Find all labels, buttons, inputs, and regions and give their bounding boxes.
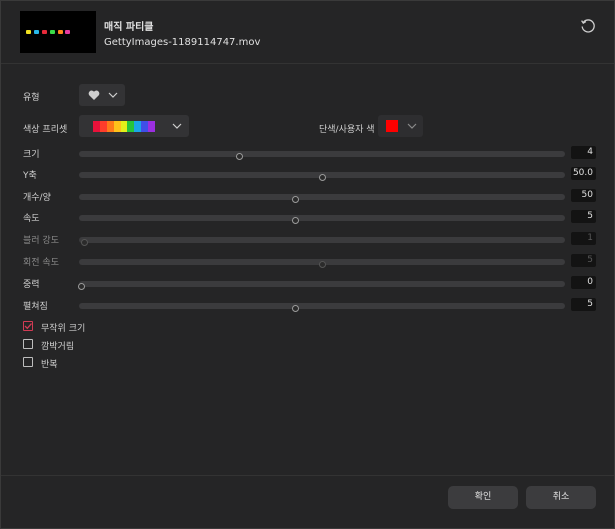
chevron-down-icon — [407, 123, 417, 129]
preset-color-stripe — [120, 121, 128, 132]
type-dropdown[interactable] — [79, 84, 125, 106]
slider-row: 개수/양 50 — [1, 189, 614, 205]
cancel-button[interactable]: 취소 — [526, 486, 596, 509]
slider-value-field[interactable]: 50.0 — [571, 167, 596, 180]
slider-label: 크기 — [23, 150, 40, 160]
preset-color-stripe — [148, 121, 156, 132]
preset-color-stripe — [93, 121, 100, 132]
slider-row: 블러 강도 1 — [1, 232, 614, 248]
slider-handle[interactable] — [292, 305, 300, 312]
slider-handle[interactable] — [292, 217, 300, 224]
slider-label: 회전 속도 — [23, 258, 59, 268]
slider-label: 속도 — [23, 214, 40, 224]
thumbnail-particle — [42, 30, 47, 34]
slider-row: 크기 4 — [1, 146, 614, 162]
thumbnail-particle — [34, 30, 39, 34]
check-icon — [24, 323, 32, 330]
chevron-down-icon — [172, 123, 182, 129]
slider-label: 펼쳐짐 — [23, 302, 48, 312]
slider-label: 블러 강도 — [23, 236, 59, 246]
option-checkbox[interactable] — [23, 339, 33, 349]
slider-track[interactable] — [79, 194, 565, 203]
mono-color-label: 단색/사용자 색 — [319, 125, 375, 135]
thumbnail-particle — [65, 30, 70, 34]
color-preset-label: 색상 프리셋 — [23, 125, 68, 135]
thumbnail-particle — [50, 30, 55, 34]
preset-color-stripe — [99, 121, 107, 132]
dialog-title: 매직 파티클 — [104, 22, 154, 33]
clip-thumbnail — [20, 11, 96, 53]
slider-value-field[interactable]: 50 — [571, 189, 596, 202]
dialog-header: 매직 파티클 GettyImages-1189114747.mov — [1, 1, 614, 64]
slider-handle[interactable] — [319, 174, 326, 181]
slider-track[interactable] — [79, 172, 565, 181]
ok-button[interactable]: 확인 — [448, 486, 518, 509]
slider-handle[interactable] — [292, 196, 300, 203]
slider-row: 속도 5 — [1, 210, 614, 226]
slider-row: 중력 0 — [1, 276, 614, 292]
slider-handle — [80, 239, 88, 246]
slider-track — [79, 259, 565, 268]
slider-value-field[interactable]: 4 — [571, 146, 596, 159]
type-label: 유형 — [23, 93, 40, 103]
slider-track[interactable] — [79, 303, 565, 312]
thumbnail-particle — [26, 30, 31, 34]
dialog-footer: 확인 취소 — [1, 475, 614, 528]
checkbox-label: 반복 — [41, 360, 58, 370]
preset-color-stripe — [141, 121, 149, 132]
slider-row: Y축 50.0 — [1, 167, 614, 183]
reset-button[interactable] — [579, 17, 597, 35]
checkbox-label: 깜박거림 — [41, 342, 75, 352]
slider-value-field[interactable]: 0 — [571, 276, 596, 289]
clip-filename: GettyImages-1189114747.mov — [104, 37, 261, 48]
slider-handle[interactable] — [78, 283, 86, 290]
preset-color-stripe — [127, 121, 135, 132]
slider-value-field: 1 — [571, 232, 596, 245]
heart-icon — [88, 90, 100, 100]
chevron-down-icon — [108, 92, 118, 98]
checkbox-label: 무작위 크기 — [41, 324, 86, 334]
slider-handle[interactable] — [236, 153, 244, 160]
color-preset-dropdown[interactable] — [79, 115, 189, 137]
slider-label: 중력 — [23, 280, 40, 290]
slider-row: 회전 속도 5 — [1, 254, 614, 270]
slider-track[interactable] — [79, 151, 565, 160]
slider-label: Y축 — [23, 171, 37, 181]
option-checkbox[interactable] — [23, 357, 33, 367]
slider-label: 개수/양 — [23, 193, 51, 203]
slider-row: 펼쳐짐 5 — [1, 298, 614, 314]
magic-particle-dialog: 매직 파티클 GettyImages-1189114747.mov 유형 색상 … — [0, 0, 615, 529]
slider-handle — [319, 261, 326, 268]
thumbnail-particle — [58, 30, 63, 34]
reset-icon — [581, 19, 595, 33]
slider-track[interactable] — [78, 281, 565, 290]
slider-track[interactable] — [79, 215, 565, 224]
slider-track — [79, 237, 565, 246]
slider-value-field[interactable]: 5 — [571, 210, 596, 223]
slider-value-field[interactable]: 5 — [571, 298, 596, 311]
slider-value-field: 5 — [571, 254, 596, 267]
mono-color-dropdown[interactable] — [378, 115, 423, 137]
preset-color-stripe — [106, 121, 114, 132]
preset-color-stripe — [113, 121, 121, 132]
color-preset-gradient — [93, 121, 156, 132]
option-checkbox[interactable] — [23, 321, 33, 331]
preset-color-stripe — [134, 121, 142, 132]
mono-color-swatch — [386, 120, 398, 132]
